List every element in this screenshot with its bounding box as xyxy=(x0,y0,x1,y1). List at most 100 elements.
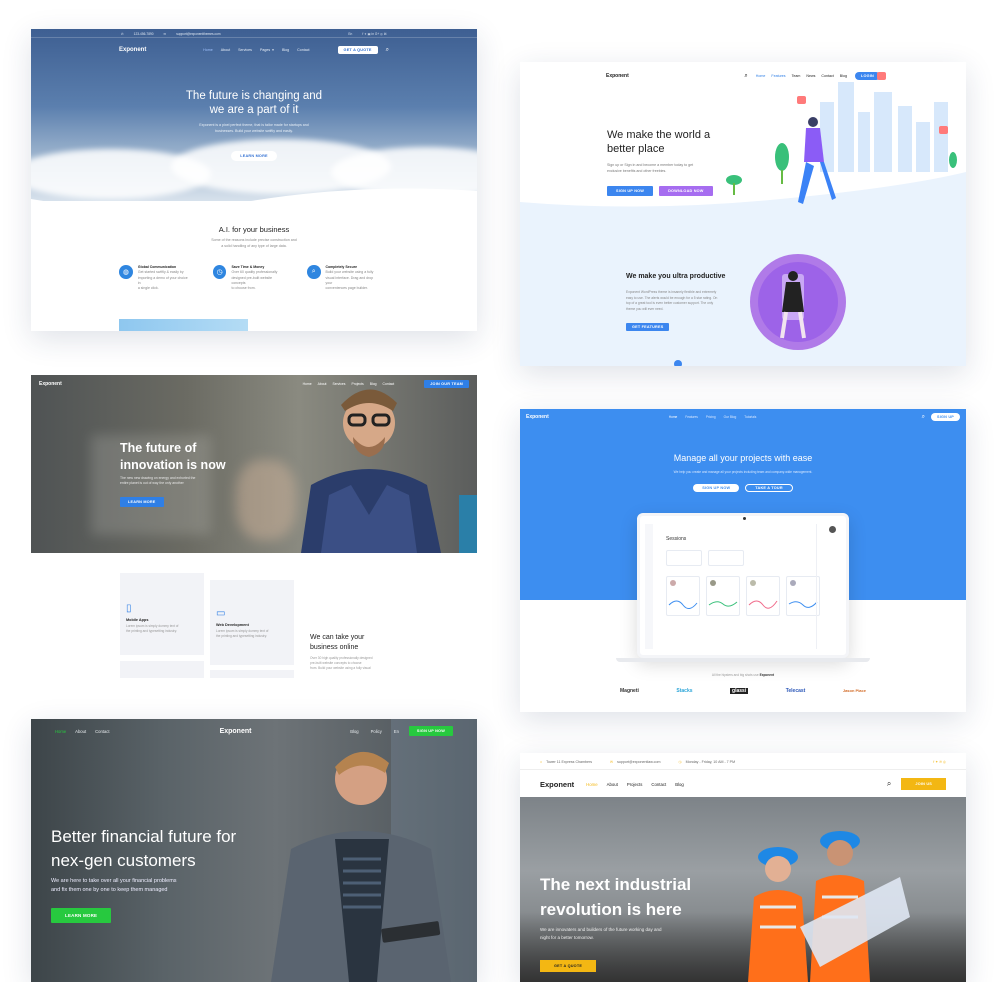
nav-projects[interactable]: Projects xyxy=(627,782,643,787)
nav-about[interactable]: About xyxy=(607,782,618,787)
take-tour-button[interactable]: TAKE A TOUR xyxy=(745,484,793,492)
template-preview-3[interactable]: Exponent Home About Services Projects Bl… xyxy=(31,375,477,678)
nav-contact[interactable]: Contact xyxy=(651,782,666,787)
hero-person-photo xyxy=(301,389,477,553)
hero-title-line: better place xyxy=(607,143,665,155)
topbar: ⌂ Tower 11 Express Chambers ✉ support@ex… xyxy=(520,757,966,766)
hero-title: The future is changing and we are a part… xyxy=(31,89,477,117)
brand-logo: Stacks xyxy=(676,688,693,694)
get-features-button[interactable]: GET FEATURES xyxy=(626,323,670,331)
section-title: A.I. for your business xyxy=(218,225,290,234)
mobile-icon: ▯ xyxy=(126,603,132,614)
nav-services[interactable]: Services xyxy=(332,382,345,386)
template-preview-6[interactable]: ⌂ Tower 11 Express Chambers ✉ support@ex… xyxy=(520,753,966,982)
feature-text: visual interface. Drag and drop your xyxy=(325,275,374,285)
hero-text: exclusive benefits and other freebies. xyxy=(607,169,667,173)
nav-home[interactable]: Home xyxy=(203,48,213,52)
nav-blog[interactable]: Blog xyxy=(370,382,377,386)
language-select[interactable]: En xyxy=(348,32,352,36)
search-icon[interactable]: ⌕ xyxy=(887,779,891,789)
feature-text: a single click. xyxy=(137,286,159,291)
logo[interactable]: Exponent xyxy=(220,728,252,735)
search-icon: ⌕ xyxy=(307,265,321,279)
hero-workers-photo xyxy=(748,831,910,982)
logo[interactable]: Exponent xyxy=(39,381,62,387)
nav-contact[interactable]: Contact xyxy=(95,729,109,734)
service-title: Web Development xyxy=(216,623,249,627)
feature-text: Over 60 quality professionally xyxy=(231,270,278,275)
avatar xyxy=(829,526,836,533)
mail-icon: ✉ xyxy=(610,759,614,764)
nav-home[interactable]: Home xyxy=(303,382,312,386)
nav-blog[interactable]: Blog xyxy=(282,48,289,52)
navbar: Home About Contact Exponent Blog Policy … xyxy=(31,726,477,736)
topbar-email: support@exponentthemes.com xyxy=(176,31,221,36)
nav-pages[interactable]: Pages xyxy=(260,48,270,52)
search-icon[interactable]: ⌕ xyxy=(386,47,389,54)
browser-icon: ▭ xyxy=(216,608,226,619)
hero-title-line: The next industrial xyxy=(540,875,692,894)
feature-item: ⌕ Completely Secure Build your website us… xyxy=(307,265,379,291)
social-icons[interactable]: f ✦ ▣ in G+ ◎ ⌘ xyxy=(362,32,387,36)
sign-up-button[interactable]: SIGN UP NOW xyxy=(408,726,453,736)
feature-text: importing a demo of your choice in xyxy=(137,275,188,285)
nav-services[interactable]: Services xyxy=(238,48,252,52)
hero-text: night for a better tomorrow. xyxy=(540,935,594,940)
download-button[interactable]: DOWNLOAD NOW xyxy=(659,186,713,196)
nav-blog[interactable]: Blog xyxy=(350,729,358,734)
navbar: Exponent Home Features Pricing Our Blog … xyxy=(520,412,966,422)
nav-tutorials[interactable]: Tutorials xyxy=(744,415,756,419)
feature-item: ◷ Save Time & Money Over 60 quality profe… xyxy=(213,265,285,291)
nav-contact[interactable]: Contact xyxy=(297,48,309,52)
side-title-line: business online xyxy=(310,644,359,651)
nav-about[interactable]: About xyxy=(318,382,327,386)
clock-icon: ◷ xyxy=(678,759,682,764)
nav-pricing[interactable]: Pricing xyxy=(706,415,716,419)
get-quote-button[interactable]: GET A QUOTE xyxy=(540,960,597,972)
join-us-button[interactable]: JOIN US xyxy=(901,778,946,790)
language-select[interactable]: En xyxy=(394,729,399,734)
nav-about[interactable]: About xyxy=(221,48,230,52)
service-text: the printing and typesetting industry. xyxy=(216,634,267,638)
clock-icon: ◷ xyxy=(213,265,227,279)
nav-home[interactable]: Home xyxy=(669,415,678,419)
feature-text: to choose from. xyxy=(231,286,256,291)
social-icons[interactable]: f ✦ ℗ ◎ xyxy=(933,760,946,764)
nav-our-blog[interactable]: Our Blog xyxy=(724,415,737,419)
hero-text: and fix them one by one to keep them man… xyxy=(51,887,168,893)
learn-more-button[interactable]: LEARN MORE xyxy=(120,497,164,507)
nav-about[interactable]: About xyxy=(75,729,86,734)
nav-home[interactable]: Home xyxy=(55,729,66,734)
template-preview-4[interactable]: Exponent Home Features Pricing Our Blog … xyxy=(520,409,966,712)
nav-policy[interactable]: Policy xyxy=(371,729,382,734)
nav-projects[interactable]: Projects xyxy=(352,382,364,386)
logo[interactable]: Exponent xyxy=(119,47,146,53)
nav-contact[interactable]: Contact xyxy=(383,382,395,386)
nav-home[interactable]: Home xyxy=(586,782,597,787)
feature-list: ◍ Global Communication Get started swiftl… xyxy=(119,265,379,291)
template-preview-2[interactable]: Exponent ⌕ Home Features Team News Conta… xyxy=(520,62,966,366)
search-icon[interactable]: ⌕ xyxy=(922,414,925,421)
preview-image-strip xyxy=(119,319,248,331)
learn-more-button[interactable]: LEARN MORE xyxy=(51,908,112,923)
join-team-button[interactable]: JOIN OUR TEAM xyxy=(424,380,469,388)
template-preview-5[interactable]: Home About Contact Exponent Blog Policy … xyxy=(31,719,477,982)
service-card: ▯ Mobile Apps Lorem ipsum is simply dumm… xyxy=(120,573,204,655)
nav-blog[interactable]: Blog xyxy=(675,782,684,787)
sign-up-now-button[interactable]: SIGN UP NOW xyxy=(693,484,740,492)
hero-text: businesses. Build your website swiftly a… xyxy=(215,129,293,133)
get-quote-button[interactable]: GET A QUOTE xyxy=(337,46,378,54)
sign-up-button[interactable]: SIGN UP NOW xyxy=(607,186,654,196)
nav-features[interactable]: Features xyxy=(685,415,698,419)
trusted-text: All the hipsters and big shots use xyxy=(711,673,759,677)
template-preview-1[interactable]: ✆ 123-456-7890 ✉ support@exponentthemes.… xyxy=(31,29,477,331)
topbar-phone: 123-456-7890 xyxy=(133,31,154,36)
learn-more-button[interactable]: LEARN MORE xyxy=(231,151,277,161)
logo[interactable]: Exponent xyxy=(526,414,549,420)
camera-icon xyxy=(743,517,746,520)
section-title: We make you ultra productive xyxy=(626,273,726,280)
logo[interactable]: Exponent xyxy=(540,780,574,789)
topbar: ✆ 123-456-7890 ✉ support@exponentthemes.… xyxy=(31,30,477,37)
sign-up-button[interactable]: SIGN UP xyxy=(930,413,960,421)
feature-text: Build your website using a fully xyxy=(325,270,374,275)
